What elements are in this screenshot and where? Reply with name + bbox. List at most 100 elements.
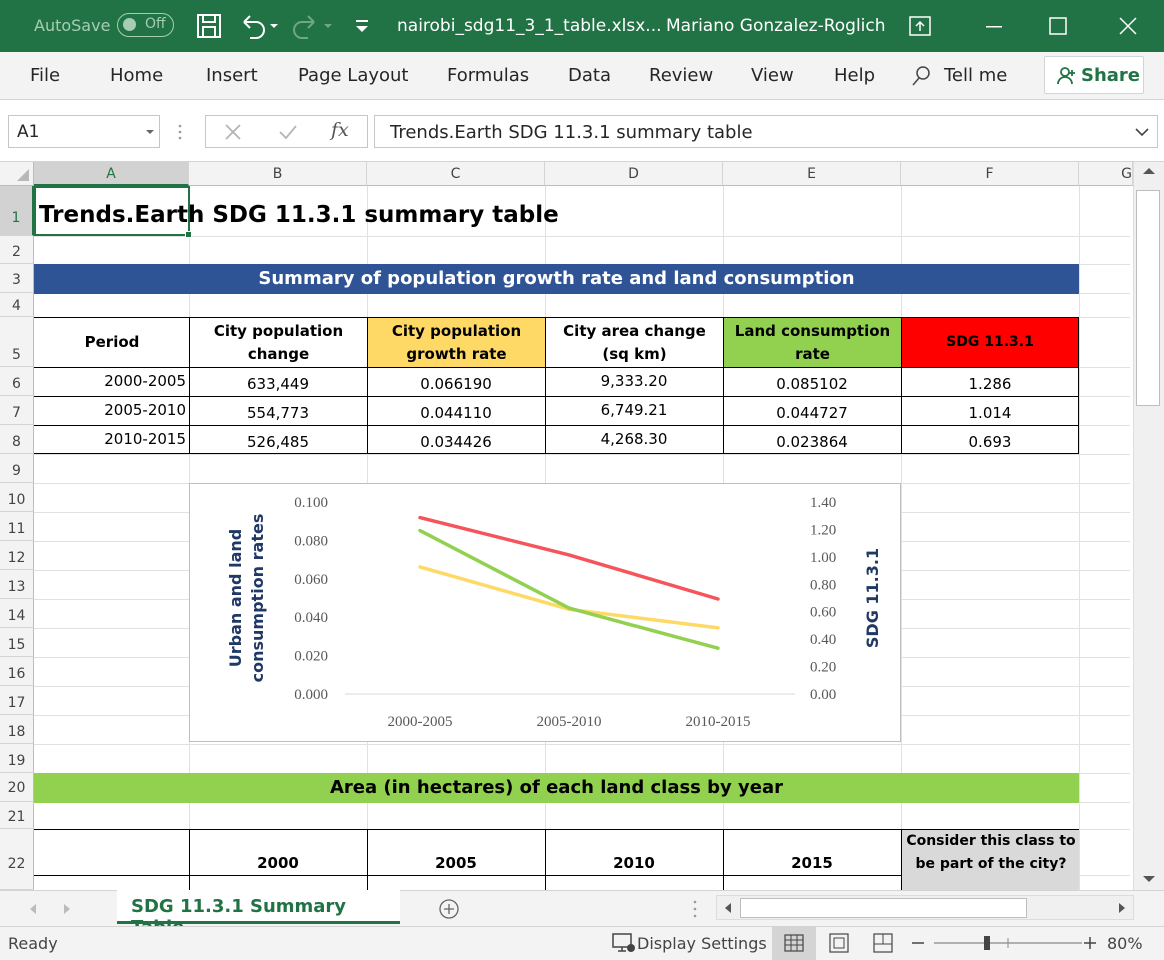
- column-header-c[interactable]: C: [367, 162, 545, 186]
- sheet-tab-summary[interactable]: SDG 11.3.1 Summary Table: [117, 890, 400, 938]
- user-name[interactable]: Mariano Gonzalez-Roglich: [666, 16, 886, 36]
- tab-split-grip-icon[interactable]: [692, 899, 698, 919]
- table-divider: [34, 425, 1079, 426]
- row-header-15[interactable]: 15: [0, 628, 34, 657]
- row-header-16[interactable]: 16: [0, 657, 34, 686]
- page-layout-view-icon[interactable]: [828, 933, 850, 953]
- scroll-down-icon[interactable]: [1142, 874, 1156, 884]
- header-area-change-text: City area change (sq km): [563, 321, 706, 363]
- tab-help[interactable]: Help: [834, 65, 875, 86]
- gridline: [1079, 186, 1080, 890]
- cell-period: 2005-2010: [104, 401, 186, 419]
- display-settings-icon[interactable]: [612, 932, 636, 954]
- save-icon[interactable]: [196, 10, 222, 42]
- scroll-left-icon[interactable]: [723, 902, 733, 914]
- horizontal-scroll-thumb[interactable]: [740, 898, 1027, 918]
- fill-handle[interactable]: [185, 231, 192, 238]
- header-pop-change-text: City population change: [213, 321, 344, 363]
- maximize-icon[interactable]: [1044, 12, 1072, 40]
- x-tick-label: 2010-2015: [686, 714, 751, 730]
- row-header-22[interactable]: 22: [0, 829, 34, 890]
- row-header-18[interactable]: 18: [0, 715, 34, 744]
- column-header-b[interactable]: B: [189, 162, 367, 186]
- tab-home[interactable]: Home: [110, 65, 163, 86]
- zoom-slider[interactable]: [910, 934, 1100, 952]
- autosave-state: Off: [145, 16, 166, 32]
- row-header-17[interactable]: 17: [0, 686, 34, 715]
- tab-insert[interactable]: Insert: [206, 65, 258, 86]
- cell-sdg: 1.014: [968, 404, 1012, 422]
- tab-page-layout[interactable]: Page Layout: [298, 65, 409, 86]
- undo-icon[interactable]: [238, 10, 280, 42]
- next-sheet-icon[interactable]: [62, 903, 72, 915]
- table-divider: [34, 396, 1079, 397]
- chart-area[interactable]: 0.000 0.020 0.040 0.060 0.080 0.100 0.00 0.20 0.…: [189, 483, 901, 742]
- scroll-right-icon[interactable]: [1117, 902, 1127, 914]
- row-header-14[interactable]: 14: [0, 599, 34, 628]
- display-settings-label[interactable]: Display Settings: [637, 934, 767, 953]
- column-header-f[interactable]: F: [901, 162, 1079, 186]
- row-header-20[interactable]: 20: [0, 773, 34, 802]
- row-header-3[interactable]: 3: [0, 264, 34, 293]
- row-header-8[interactable]: 8: [0, 425, 34, 454]
- column-header-a[interactable]: A: [34, 162, 189, 186]
- close-icon[interactable]: [1114, 12, 1142, 40]
- cell-period: 2010-2015: [104, 430, 186, 448]
- column-header-e[interactable]: E: [723, 162, 901, 186]
- insert-function-icon[interactable]: fx: [331, 119, 349, 141]
- minimize-icon[interactable]: [980, 12, 1008, 40]
- column-header-g[interactable]: G: [1079, 162, 1133, 186]
- row-header-21[interactable]: 21: [0, 802, 34, 829]
- row-header-5[interactable]: 5: [0, 317, 34, 367]
- row-header-9[interactable]: 9: [0, 454, 34, 483]
- redo-icon[interactable]: [292, 10, 334, 42]
- row-header-7[interactable]: 7: [0, 396, 34, 425]
- chevron-down-icon[interactable]: [145, 128, 155, 136]
- select-all-corner[interactable]: [0, 162, 34, 186]
- area-header-2005: 2005: [435, 854, 477, 872]
- row-header-1[interactable]: 1: [0, 186, 34, 236]
- cell-area-change: 6,749.21: [600, 401, 668, 419]
- ribbon-tabs: File Home Insert Page Layout Formulas Da…: [0, 52, 1164, 100]
- column-header-d[interactable]: D: [545, 162, 723, 186]
- tab-file[interactable]: File: [30, 65, 60, 86]
- page-break-view-icon[interactable]: [872, 933, 894, 953]
- expand-formula-icon[interactable]: [1135, 127, 1149, 137]
- y2-tick-label: 1.20: [810, 522, 836, 538]
- row-header-11[interactable]: 11: [0, 512, 34, 541]
- autosave-toggle[interactable]: Off: [117, 13, 174, 37]
- confirm-entry-icon[interactable]: [278, 123, 298, 141]
- row-header-19[interactable]: 19: [0, 744, 34, 773]
- row-header-4[interactable]: 4: [0, 293, 34, 317]
- share-button[interactable]: Share: [1044, 56, 1144, 94]
- row-header-13[interactable]: 13: [0, 570, 34, 599]
- tab-data[interactable]: Data: [568, 65, 611, 86]
- y-tick-label: 0.000: [294, 687, 328, 703]
- tab-review[interactable]: Review: [649, 65, 713, 86]
- name-box[interactable]: A1: [8, 115, 160, 148]
- prev-sheet-icon[interactable]: [28, 903, 38, 915]
- share-label: Share: [1081, 65, 1141, 86]
- area-header-2010: 2010: [613, 854, 655, 872]
- customize-toolbar-icon[interactable]: [352, 10, 372, 42]
- zoom-level[interactable]: 80%: [1107, 934, 1143, 953]
- consider-header-cell: Consider this class to be part of the ci…: [902, 830, 1079, 890]
- cell-pop-growth: 0.044110: [420, 404, 492, 422]
- cancel-entry-icon[interactable]: [224, 123, 242, 141]
- ribbon-display-icon[interactable]: [906, 12, 934, 40]
- vertical-scroll-thumb[interactable]: [1136, 190, 1160, 406]
- status-ready: Ready: [8, 934, 58, 953]
- formula-input[interactable]: Trends.Earth SDG 11.3.1 summary table: [374, 115, 1158, 148]
- tell-me-search[interactable]: Tell me: [944, 65, 1007, 86]
- tab-formulas[interactable]: Formulas: [447, 65, 529, 86]
- add-sheet-icon[interactable]: [438, 898, 460, 920]
- row-header-12[interactable]: 12: [0, 541, 34, 570]
- row-header-2[interactable]: 2: [0, 236, 34, 264]
- cell-period: 2000-2005: [104, 372, 186, 390]
- tab-view[interactable]: View: [751, 65, 794, 86]
- normal-view-button[interactable]: [772, 927, 816, 960]
- area-banner: Area (in hectares) of each land class by…: [34, 773, 1079, 803]
- row-header-10[interactable]: 10: [0, 483, 34, 512]
- scroll-up-icon[interactable]: [1142, 166, 1156, 176]
- row-header-6[interactable]: 6: [0, 367, 34, 396]
